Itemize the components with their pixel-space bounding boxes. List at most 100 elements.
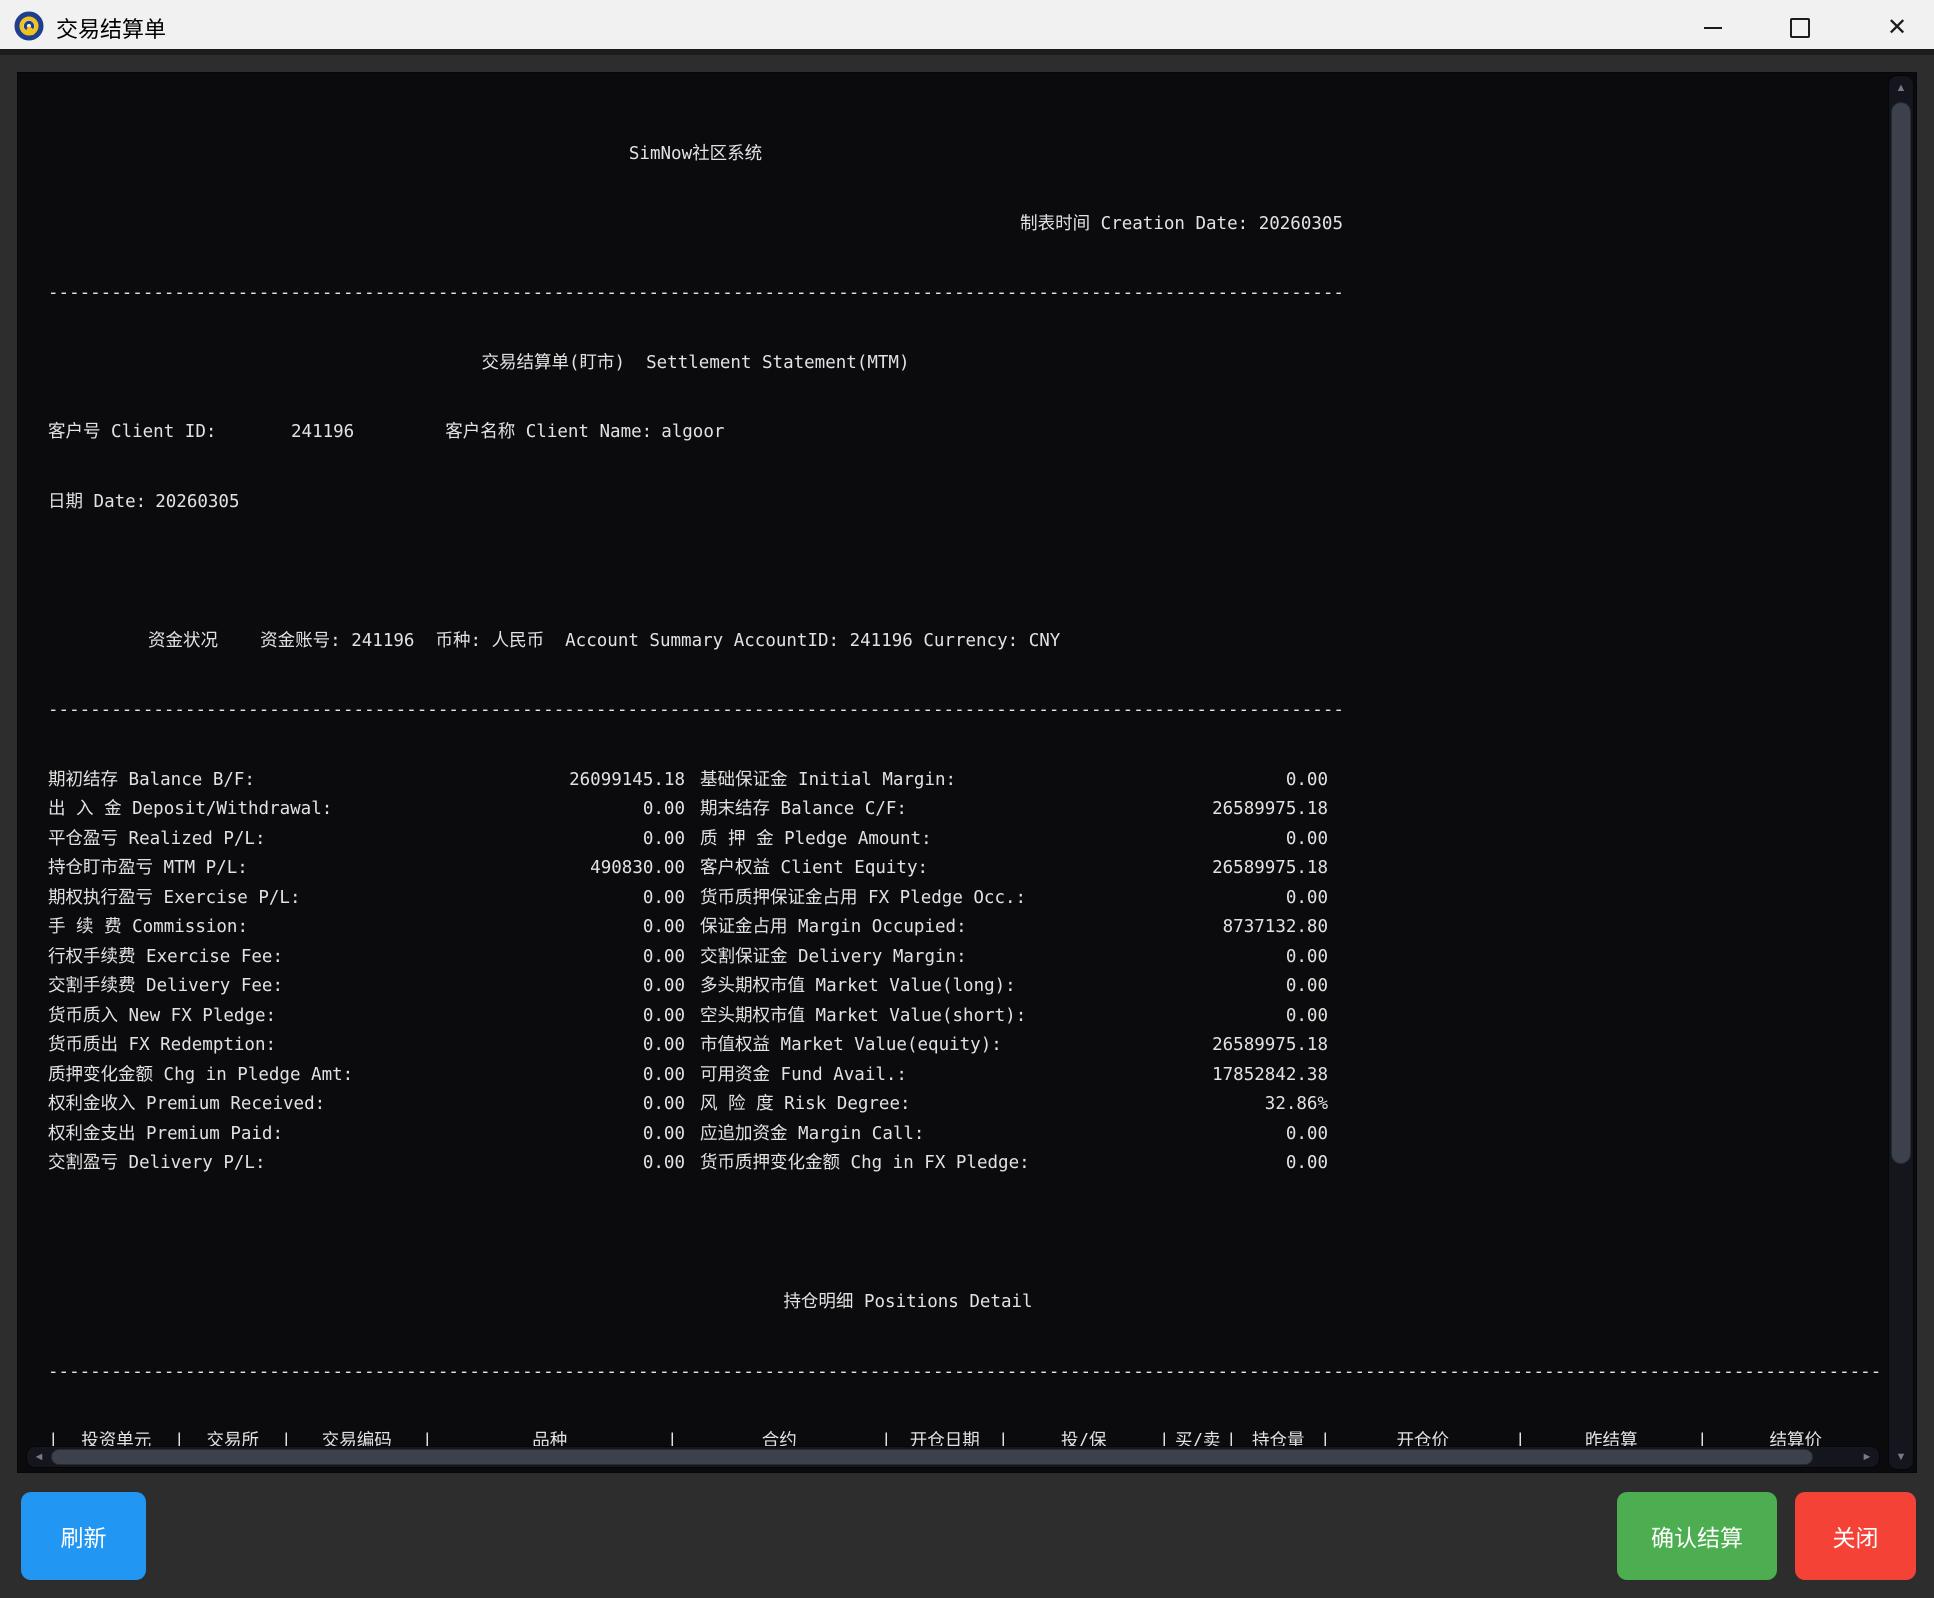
horizontal-scroll-thumb[interactable] (51, 1449, 1813, 1465)
summary-value: 0.00 (1170, 766, 1328, 796)
summary-label: 权利金支出 Premium Paid: (48, 1120, 438, 1150)
summary-row: 平仓盈亏 Realized P/L:0.00质 押 金 Pledge Amoun… (48, 825, 1343, 855)
client-name-label: 客户名称 Client Name: (445, 422, 652, 442)
summary-value: 0.00 (438, 1090, 685, 1120)
summary-label: 货币质入 New FX Pledge: (48, 1002, 438, 1032)
horizontal-scrollbar[interactable]: ◄ ► (26, 1446, 1880, 1468)
maximize-button[interactable] (1778, 6, 1822, 50)
summary-label: 质押变化金额 Chg in Pledge Amt: (48, 1061, 438, 1091)
summary-row: 权利金支出 Premium Paid:0.00应追加资金 Margin Call… (48, 1120, 1343, 1150)
summary-row: 质押变化金额 Chg in Pledge Amt:0.00可用资金 Fund A… (48, 1061, 1343, 1091)
close-button[interactable]: ✕ (1875, 6, 1919, 50)
summary-row: 手 续 费 Commission:0.00保证金占用 Margin Occupi… (48, 913, 1343, 943)
summary-value: 26589975.18 (1170, 795, 1328, 825)
scroll-down-icon[interactable]: ▼ (1889, 1447, 1913, 1467)
minimize-icon (1704, 27, 1722, 29)
summary-row: 交割手续费 Delivery Fee:0.00多头期权市值 Market Val… (48, 972, 1343, 1002)
vertical-scrollbar[interactable]: ▲ ▼ (1888, 75, 1914, 1470)
summary-label: 交割保证金 Delivery Margin: (685, 943, 1170, 973)
summary-row: 货币质出 FX Redemption:0.00市值权益 Market Value… (48, 1031, 1343, 1061)
summary-label: 手 续 费 Commission: (48, 913, 438, 943)
confirm-settlement-button[interactable]: 确认结算 (1617, 1492, 1777, 1580)
summary-value: 0.00 (438, 1149, 685, 1179)
summary-value: 490830.00 (438, 854, 685, 884)
summary-row: 交割盈亏 Delivery P/L:0.00货币质押变化金额 Chg in FX… (48, 1149, 1343, 1179)
summary-row: 期权执行盈亏 Exercise P/L:0.00货币质押保证金占用 FX Ple… (48, 884, 1343, 914)
date-label: 日期 Date: (48, 492, 146, 512)
summary-label: 客户权益 Client Equity: (685, 854, 1170, 884)
client-name-value: algoor (661, 422, 724, 442)
summary-value: 0.00 (438, 913, 685, 943)
summary-value: 8737132.80 (1170, 913, 1328, 943)
summary-label: 交割手续费 Delivery Fee: (48, 972, 438, 1002)
summary-label: 基础保证金 Initial Margin: (685, 766, 1170, 796)
summary-label: 权利金收入 Premium Received: (48, 1090, 438, 1120)
summary-label: 平仓盈亏 Realized P/L: (48, 825, 438, 855)
statement-frame: SimNow社区系统 制表时间 Creation Date: 20260305 … (17, 72, 1917, 1473)
summary-value: 0.00 (438, 1120, 685, 1150)
summary-value: 0.00 (1170, 972, 1328, 1002)
summary-value: 0.00 (1170, 1149, 1328, 1179)
scroll-left-icon[interactable]: ◄ (29, 1447, 49, 1467)
summary-label: 行权手续费 Exercise Fee: (48, 943, 438, 973)
summary-value: 26589975.18 (1170, 854, 1328, 884)
client-id-value: 241196 (291, 422, 354, 442)
summary-value: 0.00 (438, 795, 685, 825)
account-summary-header: 资金状况 资金账号: 241196 币种: 人民币 Account Summar… (48, 627, 1343, 657)
summary-value: 26589975.18 (1170, 1031, 1328, 1061)
window-title: 交易结算单 (56, 12, 166, 44)
summary-label: 风 险 度 Risk Degree: (685, 1090, 1170, 1120)
blank-line (48, 1219, 1343, 1249)
minimize-button[interactable] (1691, 6, 1735, 50)
summary-value: 0.00 (438, 943, 685, 973)
client-id-label: 客户号 Client ID: (48, 418, 291, 448)
summary-label: 持仓盯市盈亏 MTM P/L: (48, 854, 438, 884)
summary-label: 期初结存 Balance B/F: (48, 766, 438, 796)
summary-value: 0.00 (1170, 825, 1328, 855)
close-statement-button[interactable]: 关闭 (1795, 1492, 1916, 1580)
summary-value: 0.00 (438, 1061, 685, 1091)
separator-line-long: ----------------------------------------… (48, 1358, 1884, 1388)
close-icon: ✕ (1887, 16, 1907, 40)
summary-value: 0.00 (1170, 943, 1328, 973)
summary-label: 多头期权市值 Market Value(long): (685, 972, 1170, 1002)
summary-row: 行权手续费 Exercise Fee:0.00交割保证金 Delivery Ma… (48, 943, 1343, 973)
summary-label: 货币质押变化金额 Chg in FX Pledge: (685, 1149, 1170, 1179)
maximize-icon (1790, 18, 1810, 38)
statement-text: SimNow社区系统 制表时间 Creation Date: 20260305 … (18, 73, 1884, 1455)
summary-value: 0.00 (438, 1002, 685, 1032)
titlebar: 交易结算单 ✕ (0, 0, 1934, 55)
account-summary-rows: 期初结存 Balance B/F:26099145.18基础保证金 Initia… (48, 766, 1884, 1179)
scroll-right-icon[interactable]: ► (1857, 1447, 1877, 1467)
summary-value: 26099145.18 (438, 766, 685, 796)
summary-value: 0.00 (1170, 884, 1328, 914)
separator-line: ----------------------------------------… (48, 696, 1343, 726)
summary-row: 期初结存 Balance B/F:26099145.18基础保证金 Initia… (48, 766, 1343, 796)
positions-title: 持仓明细 Positions Detail (48, 1288, 1768, 1318)
summary-row: 出 入 金 Deposit/Withdrawal:0.00期末结存 Balanc… (48, 795, 1343, 825)
summary-row: 持仓盯市盈亏 MTM P/L:490830.00客户权益 Client Equi… (48, 854, 1343, 884)
summary-value: 0.00 (438, 884, 685, 914)
date-line: 日期 Date: 20260305 (48, 488, 1343, 518)
summary-label: 出 入 金 Deposit/Withdrawal: (48, 795, 438, 825)
summary-value: 0.00 (438, 972, 685, 1002)
summary-label: 期权执行盈亏 Exercise P/L: (48, 884, 438, 914)
summary-value: 0.00 (1170, 1120, 1328, 1150)
summary-value: 17852842.38 (1170, 1061, 1328, 1091)
creation-date-line: 制表时间 Creation Date: 20260305 (48, 210, 1343, 240)
summary-value: 0.00 (438, 1031, 685, 1061)
summary-value: 0.00 (1170, 1002, 1328, 1032)
summary-label: 货币质押保证金占用 FX Pledge Occ.: (685, 884, 1170, 914)
summary-label: 保证金占用 Margin Occupied: (685, 913, 1170, 943)
statement-title: 交易结算单(盯市) Settlement Statement(MTM) (48, 349, 1343, 379)
separator-line: ----------------------------------------… (48, 279, 1343, 309)
blank-line (48, 557, 1343, 587)
settlement-window: 交易结算单 ✕ SimNow社区系统 制表时间 Creation Date: 2… (0, 0, 1934, 1598)
vertical-scroll-thumb[interactable] (1891, 102, 1911, 1164)
system-title: SimNow社区系统 (48, 140, 1343, 170)
scroll-up-icon[interactable]: ▲ (1889, 78, 1913, 98)
summary-row: 货币质入 New FX Pledge:0.00空头期权市值 Market Val… (48, 1002, 1343, 1032)
refresh-button[interactable]: 刷新 (21, 1492, 146, 1580)
client-name-pair: 客户名称 Client Name: algoor (445, 418, 724, 448)
date-value: 20260305 (155, 492, 239, 512)
